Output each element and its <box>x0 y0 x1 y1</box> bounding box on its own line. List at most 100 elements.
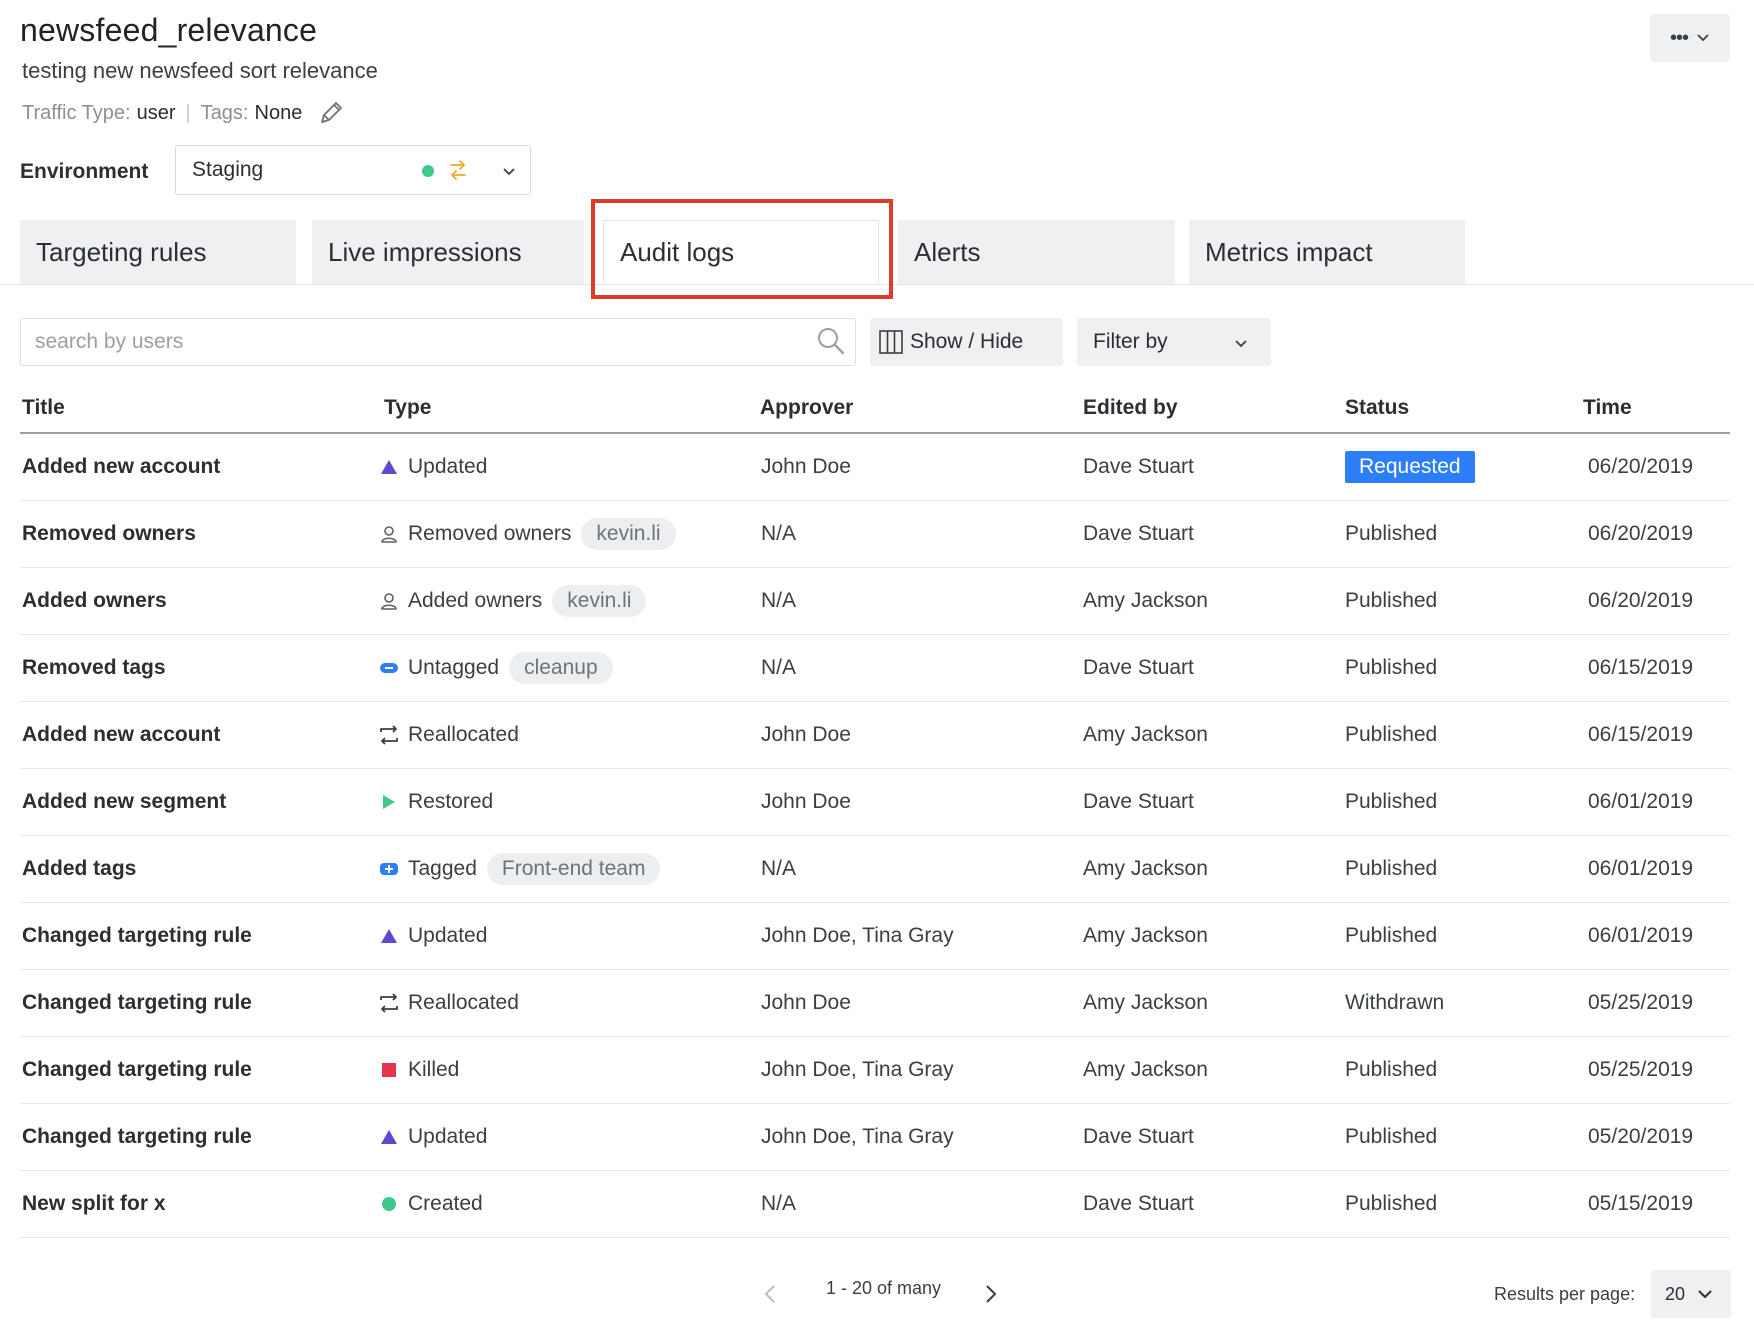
row-time: 06/15/2019 <box>1588 723 1694 746</box>
edit-pencil-icon[interactable] <box>318 100 344 126</box>
row-status: Published <box>1345 1125 1438 1148</box>
row-status: Published <box>1345 1192 1438 1215</box>
chevron-down-icon <box>1698 1290 1712 1299</box>
row-title[interactable]: Changed targeting rule <box>22 1037 252 1103</box>
row-type-tag: Front-end team <box>486 853 661 885</box>
column-header-approver[interactable]: Approver <box>760 396 853 420</box>
column-header-status[interactable]: Status <box>1345 396 1409 420</box>
row-approver: N/A <box>761 857 797 880</box>
row-status: Published <box>1345 790 1438 813</box>
row-edited-by: Dave Stuart <box>1083 522 1194 545</box>
reallocate-icon <box>378 724 400 746</box>
row-title[interactable]: Added new account <box>22 702 220 768</box>
table-row[interactable]: New split for x Created N/A Dave Stuart Publ… <box>20 1171 1730 1238</box>
column-header-type[interactable]: Type <box>384 396 431 420</box>
tab-live-impressions[interactable]: Live impressions <box>312 220 584 284</box>
more-actions-button[interactable]: ••• <box>1650 14 1730 62</box>
table-row[interactable]: Added owners Added owners kevin.li N/A Amy J… <box>20 568 1730 635</box>
play-icon <box>378 793 400 811</box>
environment-label: Environment <box>20 160 149 183</box>
row-title[interactable]: Changed targeting rule <box>22 903 252 969</box>
row-title[interactable]: New split for x <box>22 1171 166 1237</box>
row-edited-by: Amy Jackson <box>1083 723 1208 746</box>
row-edited-by: Dave Stuart <box>1083 1192 1194 1215</box>
row-type-label: Updated <box>408 455 488 478</box>
table-row[interactable]: Changed targeting rule Updated John Doe, T… <box>20 1104 1730 1171</box>
row-status: Published <box>1345 723 1438 746</box>
row-type-tag: kevin.li <box>552 585 647 617</box>
row-approver: John Doe, Tina Gray <box>761 1058 954 1081</box>
table-row[interactable]: Removed owners Removed owners kevin.li N/A D… <box>20 501 1730 568</box>
row-type-label: Created <box>408 1192 483 1215</box>
row-status: Published <box>1345 1058 1438 1081</box>
column-header-time[interactable]: Time <box>1583 396 1632 420</box>
row-title[interactable]: Removed tags <box>22 635 166 701</box>
show-hide-columns-button[interactable]: Show / Hide <box>870 318 1063 366</box>
row-status: Published <box>1345 656 1438 679</box>
search-icon[interactable] <box>816 326 846 361</box>
results-per-page-value: 20 <box>1665 1283 1686 1304</box>
table-row[interactable]: Added tags Tagged Front-end team N/A Amy Jac… <box>20 836 1730 903</box>
row-approver: John Doe <box>761 991 851 1014</box>
row-edited-by: Dave Stuart <box>1083 1125 1194 1148</box>
triangle-icon <box>378 1129 400 1145</box>
row-type: Updated <box>378 903 487 969</box>
row-type-tag: cleanup <box>509 652 613 684</box>
previous-page-icon[interactable] <box>762 1282 778 1311</box>
row-type: Killed <box>378 1037 459 1103</box>
search-input[interactable] <box>20 318 856 366</box>
show-hide-label: Show / Hide <box>910 330 1024 353</box>
row-approver: John Doe <box>761 455 851 478</box>
row-title[interactable]: Changed targeting rule <box>22 970 252 1036</box>
table-row[interactable]: Added new account Updated John Doe Dave Stu… <box>20 434 1730 501</box>
circle-icon <box>378 1196 400 1212</box>
split-description: testing new newsfeed sort relevance <box>22 58 378 83</box>
row-edited-by: Amy Jackson <box>1083 991 1208 1014</box>
table-row[interactable]: Changed targeting rule Reallocated John Do… <box>20 970 1730 1037</box>
row-type-label: Killed <box>408 1058 460 1081</box>
row-status: Published <box>1345 857 1438 880</box>
chevron-down-icon <box>501 161 517 187</box>
row-time: 05/20/2019 <box>1588 1125 1694 1148</box>
row-type: Removed owners kevin.li <box>378 501 676 567</box>
table-row[interactable]: Added new segment Restored John Doe Dave St… <box>20 769 1730 836</box>
chevron-down-icon <box>1697 34 1709 42</box>
row-time: 05/15/2019 <box>1588 1192 1694 1215</box>
environment-value: Staging <box>192 158 264 181</box>
tab-targeting-rules[interactable]: Targeting rules <box>20 220 296 284</box>
tab-alerts[interactable]: Alerts <box>898 220 1175 284</box>
row-time: 06/01/2019 <box>1588 857 1694 880</box>
table-row[interactable]: Added new account Reallocated John Doe Amy … <box>20 702 1730 769</box>
row-title[interactable]: Added owners <box>22 568 167 634</box>
row-approver: N/A <box>761 589 797 612</box>
column-header-edited-by[interactable]: Edited by <box>1083 396 1178 420</box>
column-header-title[interactable]: Title <box>22 396 65 420</box>
tab-audit-logs[interactable]: Audit logs <box>603 220 879 284</box>
row-status: Published <box>1345 589 1438 612</box>
table-row[interactable]: Changed targeting rule Updated John Doe, T… <box>20 903 1730 970</box>
results-per-page-select[interactable]: 20 <box>1651 1270 1731 1318</box>
row-title[interactable]: Changed targeting rule <box>22 1104 252 1170</box>
table-row[interactable]: Removed tags Untagged cleanup N/A Dave Stuar… <box>20 635 1730 702</box>
row-title[interactable]: Added new segment <box>22 769 226 835</box>
row-title[interactable]: Added tags <box>22 836 136 902</box>
triangle-icon <box>378 928 400 944</box>
next-page-icon[interactable] <box>983 1282 999 1311</box>
row-type: Untagged cleanup <box>378 635 613 701</box>
row-status: Withdrawn <box>1345 991 1445 1014</box>
row-title[interactable]: Added new account <box>22 434 220 500</box>
row-edited-by: Dave Stuart <box>1083 455 1194 478</box>
row-edited-by: Dave Stuart <box>1083 656 1194 679</box>
row-title[interactable]: Removed owners <box>22 501 196 567</box>
row-time: 06/01/2019 <box>1588 924 1694 947</box>
row-time: 06/20/2019 <box>1588 589 1694 612</box>
table-row[interactable]: Changed targeting rule Killed John Doe, Ti… <box>20 1037 1730 1104</box>
row-type-tag: kevin.li <box>581 518 676 550</box>
chevron-down-icon <box>1233 334 1249 358</box>
filter-by-dropdown[interactable]: Filter by <box>1077 318 1271 366</box>
row-type: Reallocated <box>378 970 519 1036</box>
tab-metrics-impact[interactable]: Metrics impact <box>1189 220 1465 284</box>
status-badge: Requested <box>1345 451 1475 483</box>
columns-icon <box>879 330 903 354</box>
environment-select[interactable]: Staging <box>175 145 531 195</box>
